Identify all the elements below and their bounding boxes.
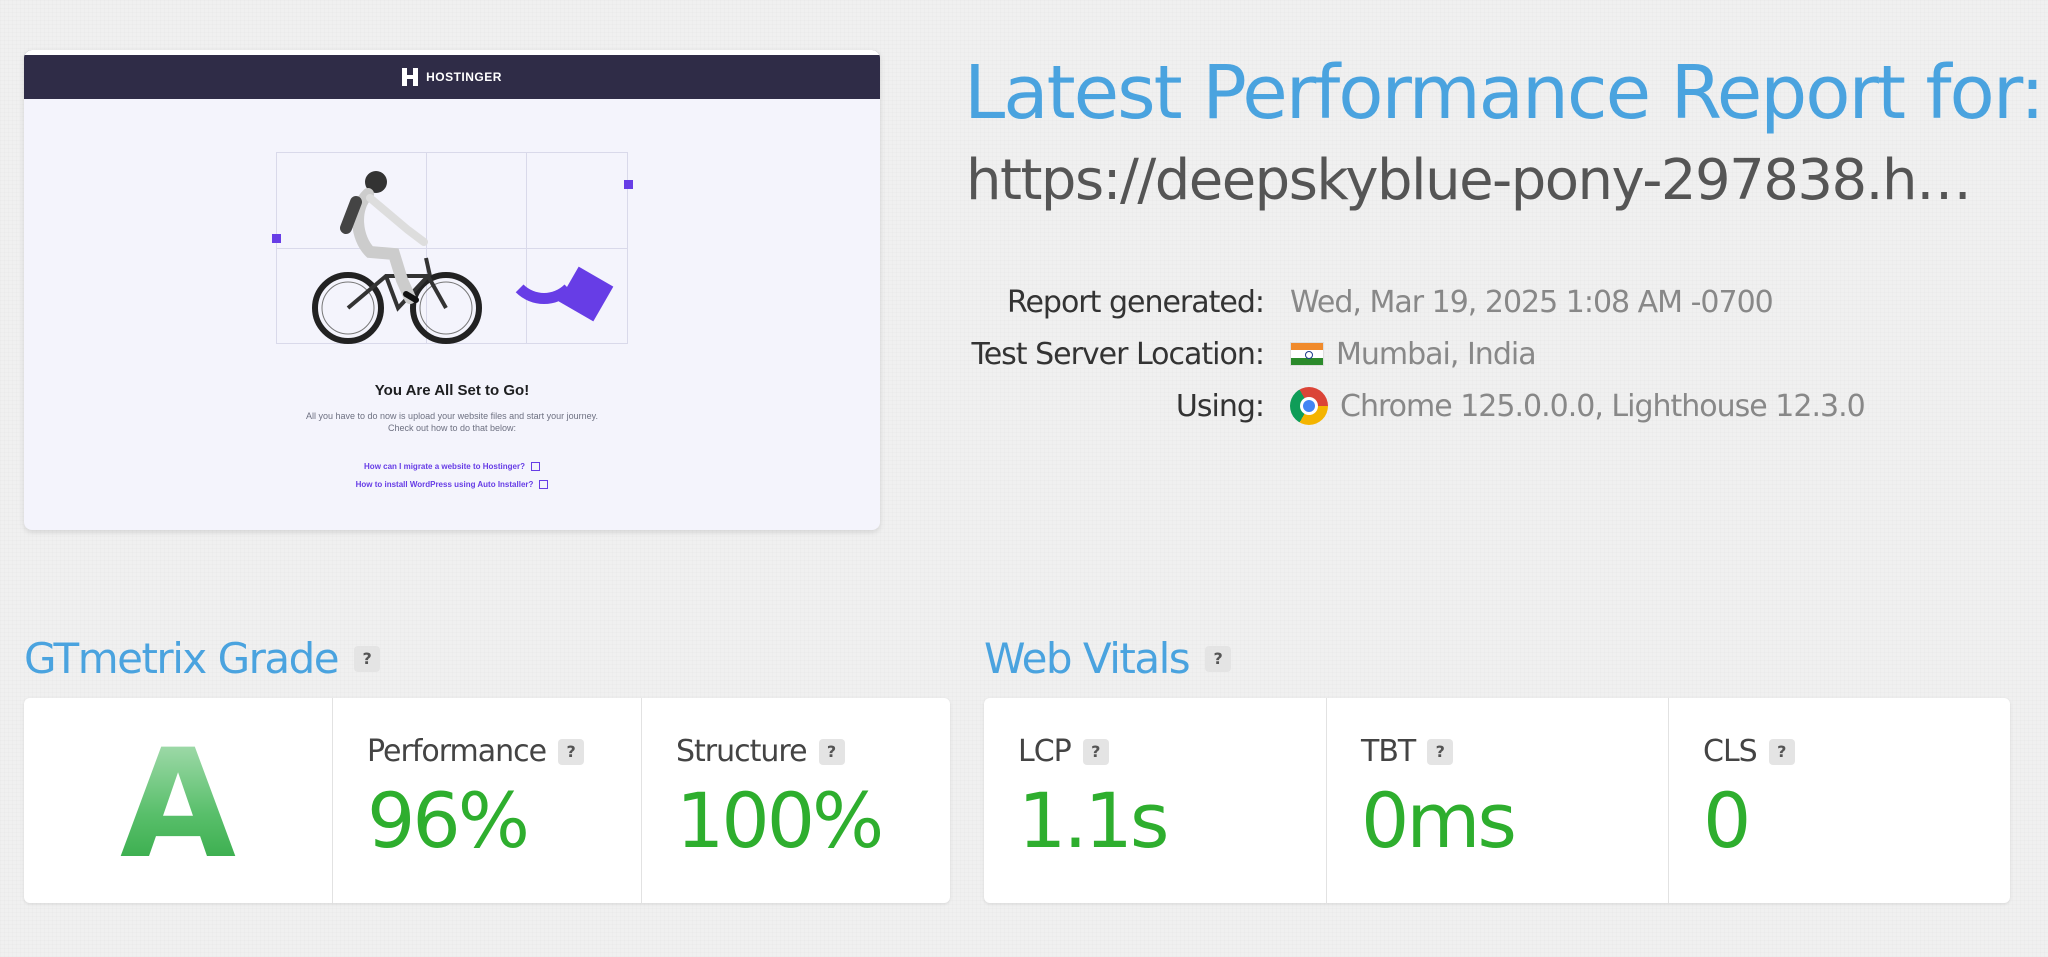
tbt-cell: TBT ? 0ms	[1326, 698, 1668, 903]
lcp-value: 1.1s	[1018, 776, 1169, 865]
structure-value: 100%	[676, 776, 884, 865]
cls-help-icon[interactable]: ?	[1768, 738, 1795, 765]
performance-label: Performance	[367, 734, 547, 769]
chrome-icon	[1290, 387, 1328, 425]
lcp-cell: LCP ? 1.1s	[984, 698, 1326, 903]
report-url[interactable]: https://deepskyblue-pony-297838.hostinge…	[966, 148, 1996, 213]
gtmetrix-grade-letter: A	[24, 718, 332, 892]
performance-value: 96%	[367, 776, 530, 865]
gtmetrix-grade-help-icon[interactable]: ?	[354, 645, 381, 672]
external-link-icon	[530, 462, 540, 472]
preview-link-wordpress: How to install WordPress using Auto Inst…	[24, 480, 880, 490]
external-link-icon	[539, 480, 549, 490]
hostinger-logo-icon	[402, 68, 419, 86]
report-title: Latest Performance Report for:	[964, 50, 2045, 136]
gtmetrix-grade-card: A Performance ? 96% Structure ? 100%	[24, 698, 950, 903]
report-meta: Report generated: Wed, Mar 19, 2025 1:08…	[900, 276, 1866, 432]
hostinger-logo: HOSTINGER	[402, 68, 502, 86]
india-flag-icon	[1290, 342, 1324, 366]
page-screenshot-preview[interactable]: HOSTINGER You Are All Set to Go! All you…	[24, 50, 880, 530]
hero-illustration	[272, 152, 656, 352]
preview-subtext: All you have to do now is upload your we…	[306, 411, 598, 433]
lcp-label: LCP	[1018, 734, 1072, 769]
web-vitals-help-icon[interactable]: ?	[1205, 645, 1232, 672]
test-server-location-row: Test Server Location: Mumbai, India	[971, 336, 1537, 372]
report-generated-value: Wed, Mar 19, 2025 1:08 AM -0700	[1290, 284, 1774, 320]
using-row: Using: Chrome 125.0.0.0, Lighthouse 12.3…	[1175, 387, 1866, 425]
cls-cell: CLS ? 0	[1668, 698, 2010, 903]
lcp-help-icon[interactable]: ?	[1082, 738, 1109, 765]
structure-cell: Structure ? 100%	[641, 698, 950, 903]
using-value: Chrome 125.0.0.0, Lighthouse 12.3.0	[1340, 388, 1866, 424]
web-vitals-card: LCP ? 1.1s TBT ? 0ms CLS ? 0	[984, 698, 2010, 903]
tbt-label: TBT	[1361, 734, 1416, 769]
preview-link-migrate: How can I migrate a website to Hostinger…	[24, 462, 880, 472]
gtmetrix-grade-title: GTmetrix Grade ?	[24, 634, 381, 683]
preview-header-bar: HOSTINGER	[24, 50, 880, 99]
cls-label: CLS	[1703, 734, 1758, 769]
structure-help-icon[interactable]: ?	[818, 738, 845, 765]
purple-square-icon	[624, 180, 633, 189]
tbt-help-icon[interactable]: ?	[1427, 738, 1454, 765]
hostinger-brand-text: HOSTINGER	[426, 70, 502, 84]
test-server-location-value: Mumbai, India	[1336, 336, 1537, 372]
purple-square-icon	[272, 234, 281, 243]
cls-value: 0	[1703, 776, 1751, 865]
performance-cell: Performance ? 96%	[332, 698, 641, 903]
grade-cell: A	[24, 698, 332, 903]
preview-heading: You Are All Set to Go!	[374, 382, 530, 399]
tbt-value: 0ms	[1361, 776, 1517, 865]
cyclist-icon	[312, 171, 482, 344]
performance-help-icon[interactable]: ?	[558, 738, 585, 765]
web-vitals-title: Web Vitals ?	[984, 634, 1232, 683]
structure-label: Structure	[676, 734, 808, 769]
report-generated-row: Report generated: Wed, Mar 19, 2025 1:08…	[1006, 284, 1774, 320]
